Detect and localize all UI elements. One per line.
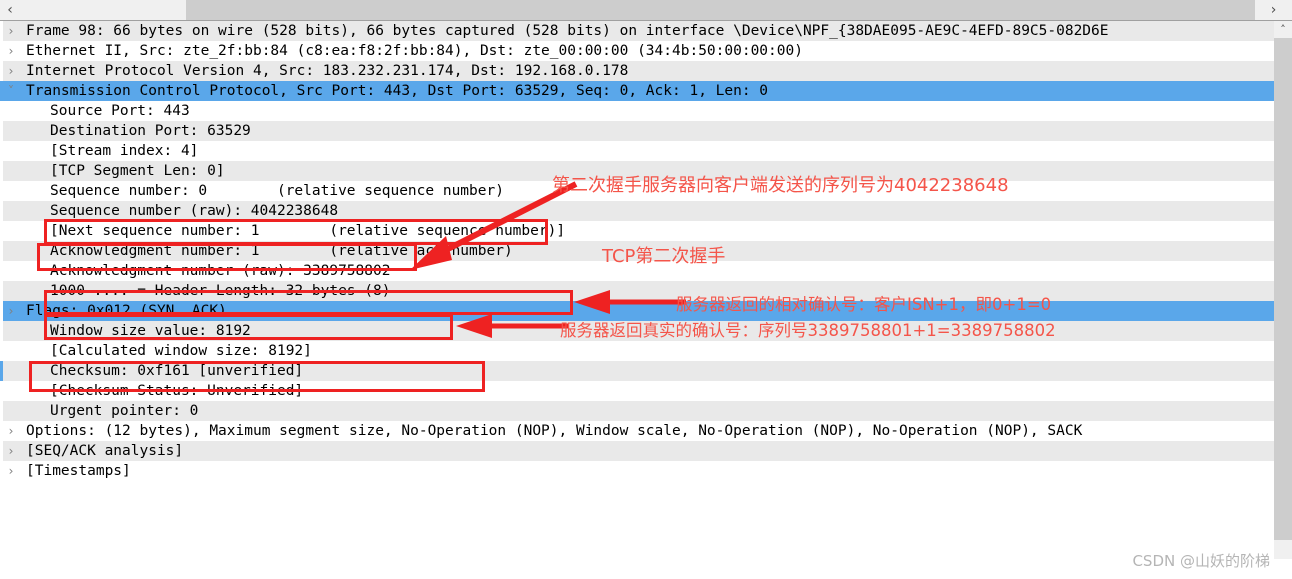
packet-tree-row[interactable]: › Internet Protocol Version 4, Src: 183.2… xyxy=(0,61,1274,81)
chevron-right-icon[interactable]: › xyxy=(0,21,22,41)
packet-tree-row[interactable]: › Flags: 0x012 (SYN, ACK) xyxy=(0,301,1274,321)
packet-tree-row-label: 1000 .... = Header Length: 32 bytes (8) xyxy=(50,283,391,299)
packet-tree-row[interactable]: Destination Port: 63529 xyxy=(0,121,1274,141)
horizontal-scrollbar[interactable]: ‹ › xyxy=(0,0,1292,21)
packet-tree-row[interactable]: 1000 .... = Header Length: 32 bytes (8) xyxy=(0,281,1274,301)
packet-tree-row[interactable]: [Calculated window size: 8192] xyxy=(0,341,1274,361)
packet-detail-tree[interactable]: › Frame 98: 66 bytes on wire (528 bits), … xyxy=(0,21,1274,579)
packet-tree-row-label: Checksum: 0xf161 [unverified] xyxy=(50,363,304,379)
packet-tree-row-label: [Checksum Status: Unverified] xyxy=(50,383,304,399)
vertical-scrollbar-thumb[interactable] xyxy=(1274,38,1292,540)
packet-tree-row[interactable]: [Stream index: 4] xyxy=(0,141,1274,161)
packet-tree-row-label: Source Port: 443 xyxy=(50,103,190,119)
packet-tree-row-label: [TCP Segment Len: 0] xyxy=(50,163,225,179)
scroll-left-icon[interactable]: ‹ xyxy=(0,0,20,20)
packet-tree-row-label: Urgent pointer: 0 xyxy=(50,403,199,419)
packet-tree-row-label: Transmission Control Protocol, Src Port:… xyxy=(26,83,769,99)
packet-tree-row-label: Flags: 0x012 (SYN, ACK) xyxy=(26,303,227,319)
scroll-up-icon[interactable]: ˄ xyxy=(1274,21,1292,38)
packet-tree-row-label: [Timestamps] xyxy=(26,463,131,479)
packet-tree-row[interactable]: Urgent pointer: 0 xyxy=(0,401,1274,421)
packet-tree-row-label: Options: (12 bytes), Maximum segment siz… xyxy=(26,423,1083,439)
chevron-right-icon[interactable]: › xyxy=(0,421,22,441)
chevron-right-icon[interactable]: › xyxy=(0,461,22,481)
packet-tree-row[interactable]: › [SEQ/ACK analysis] xyxy=(0,441,1274,461)
packet-tree-row[interactable]: [Next sequence number: 1 (relative seque… xyxy=(0,221,1274,241)
packet-tree-row-label: Destination Port: 63529 xyxy=(50,123,251,139)
packet-tree-row-label: Sequence number: 0 (relative sequence nu… xyxy=(50,183,504,199)
horizontal-scrollbar-thumb[interactable] xyxy=(0,0,187,20)
packet-tree-row[interactable]: › Frame 98: 66 bytes on wire (528 bits), … xyxy=(0,21,1274,41)
packet-tree-row[interactable]: [Checksum Status: Unverified] xyxy=(0,381,1274,401)
chevron-right-icon[interactable]: › xyxy=(0,301,22,321)
packet-tree-row[interactable]: [TCP Segment Len: 0] xyxy=(0,161,1274,181)
packet-tree-row-label: Window size value: 8192 xyxy=(50,323,251,339)
chevron-right-icon[interactable]: › xyxy=(0,441,22,461)
packet-tree-row-label: Frame 98: 66 bytes on wire (528 bits), 6… xyxy=(26,23,1109,39)
chevron-right-icon[interactable]: › xyxy=(0,61,22,81)
horizontal-scrollbar-track[interactable] xyxy=(0,0,1255,20)
packet-tree-row[interactable]: › Options: (12 bytes), Maximum segment si… xyxy=(0,421,1274,441)
packet-tree-row[interactable]: Sequence number (raw): 4042238648 xyxy=(0,201,1274,221)
chevron-right-icon[interactable]: › xyxy=(0,41,22,61)
scroll-right-icon[interactable]: › xyxy=(1255,0,1292,20)
packet-tree-row-label: Acknowledgment number: 1 (relative ack n… xyxy=(50,243,513,259)
vertical-scrollbar[interactable]: ˄ xyxy=(1274,21,1292,559)
packet-tree-row-label: Internet Protocol Version 4, Src: 183.23… xyxy=(26,63,629,79)
wireshark-packet-detail-pane: ‹ › ˄ › Frame 98: 66 bytes on wire (528 b… xyxy=(0,0,1292,579)
chevron-down-icon[interactable]: ˅ xyxy=(0,81,22,101)
packet-tree-row-label: Ethernet II, Src: zte_2f:bb:84 (c8:ea:f8… xyxy=(26,43,803,59)
csdn-watermark: CSDN @山妖的阶梯 xyxy=(1132,552,1270,570)
packet-tree-row[interactable]: Acknowledgment number (raw): 3389758802 xyxy=(0,261,1274,281)
packet-tree-row[interactable]: Source Port: 443 xyxy=(0,101,1274,121)
packet-tree-row-label: [Stream index: 4] xyxy=(50,143,199,159)
packet-tree-row-label: Acknowledgment number (raw): 3389758802 xyxy=(50,263,391,279)
packet-tree-row-label: Sequence number (raw): 4042238648 xyxy=(50,203,339,219)
packet-tree-row[interactable]: › [Timestamps] xyxy=(0,461,1274,481)
packet-tree-row[interactable]: ˅ Transmission Control Protocol, Src Port… xyxy=(0,81,1274,101)
packet-tree-row[interactable]: Sequence number: 0 (relative sequence nu… xyxy=(0,181,1274,201)
packet-tree-row[interactable]: Checksum: 0xf161 [unverified] xyxy=(0,361,1274,381)
packet-tree-row[interactable]: Window size value: 8192 xyxy=(0,321,1274,341)
packet-tree-row[interactable]: Acknowledgment number: 1 (relative ack n… xyxy=(0,241,1274,261)
packet-tree-row-label: [Calculated window size: 8192] xyxy=(50,343,312,359)
packet-tree-row-label: [SEQ/ACK analysis] xyxy=(26,443,184,459)
selection-edge-band xyxy=(0,21,3,579)
packet-tree-row[interactable]: › Ethernet II, Src: zte_2f:bb:84 (c8:ea:f… xyxy=(0,41,1274,61)
packet-tree-row-label: [Next sequence number: 1 (relative seque… xyxy=(50,223,566,239)
